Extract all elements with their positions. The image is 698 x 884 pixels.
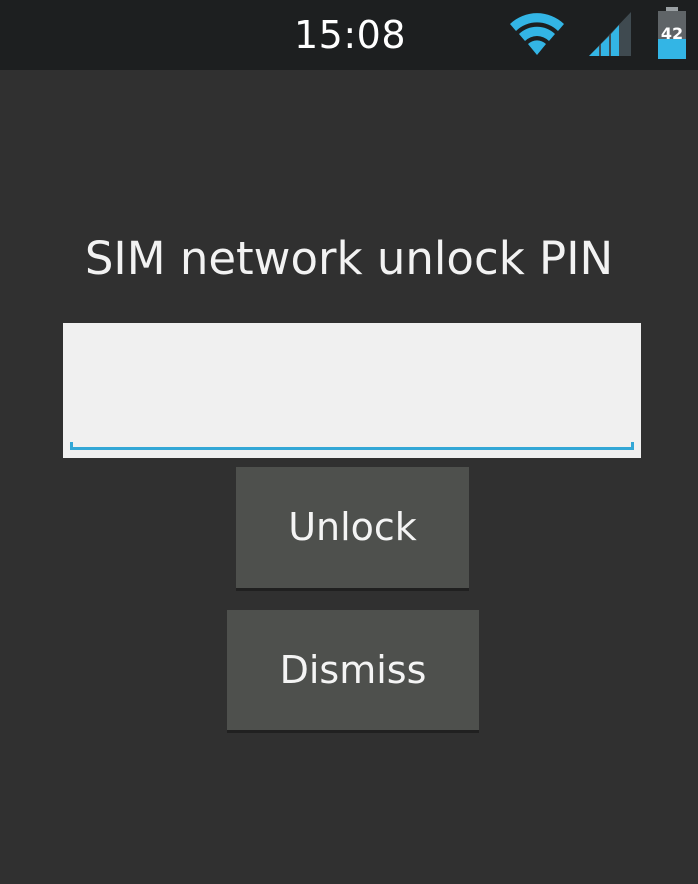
wifi-icon (510, 13, 564, 55)
unlock-button[interactable]: Unlock (236, 467, 469, 588)
status-bar: 15:08 42 (0, 0, 698, 70)
pin-input-underline (70, 442, 634, 450)
battery-level-text: 42 (660, 24, 684, 43)
signal-icon (589, 12, 631, 56)
pin-field[interactable] (63, 323, 641, 458)
pin-input[interactable] (63, 323, 641, 458)
status-clock: 15:08 (294, 13, 407, 57)
dismiss-button[interactable]: Dismiss (227, 610, 479, 730)
sim-unlock-screen: 15:08 42 SIM network unlock PIN Unlock D… (0, 0, 698, 884)
pin-prompt-title: SIM network unlock PIN (84, 232, 614, 285)
